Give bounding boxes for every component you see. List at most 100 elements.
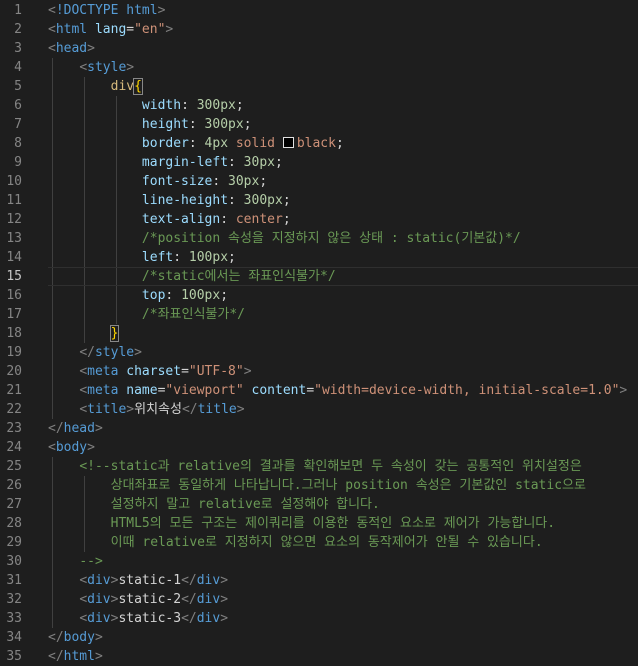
code-token: text-align [141, 212, 221, 227]
code-line[interactable]: 5 div{ [0, 77, 638, 96]
line-number: 3 [14, 41, 22, 56]
code-line[interactable]: 26 상대좌표로 동일하게 나타납니다.그러나 position 속성은 기본값… [0, 476, 638, 495]
line-number: 35 [6, 649, 22, 664]
code-line[interactable]: 3 <head> [0, 39, 638, 58]
code-line[interactable]: 25 <!--static과 relative의 결과를 확인해보면 두 속성이… [0, 457, 638, 476]
line-number: 20 [6, 364, 22, 379]
code-token: > [94, 421, 103, 436]
code-token: ; [228, 250, 236, 265]
code-line[interactable]: 20 <meta charset="UTF-8"> [0, 362, 638, 381]
code-text: border: 4px solid black; [48, 134, 344, 153]
code-line[interactable]: 17 /*좌표인식불가*/ [0, 305, 638, 324]
code-token: </ [79, 345, 95, 360]
line-number: 5 [14, 79, 22, 94]
code-line[interactable]: 2 <html lang="en"> [0, 20, 638, 39]
code-line[interactable]: 1 <!DOCTYPE html> [0, 1, 638, 20]
code-token: > [220, 573, 229, 588]
code-line[interactable]: 19 </style> [0, 343, 638, 362]
code-line[interactable]: 15 /*static에서는 좌표인식불가*/ [0, 267, 638, 286]
code-line[interactable]: 29 이때 relative로 지정하지 않으면 요소의 동작제어가 안될 수 … [0, 533, 638, 552]
code-token: meta [87, 364, 127, 379]
code-token: > [126, 402, 135, 417]
code-token: /*static에서는 좌표인식불가*/ [141, 269, 336, 284]
code-line[interactable]: 30 --> [0, 552, 638, 571]
line-number: 27 [6, 497, 22, 512]
line-number: 28 [6, 516, 22, 531]
code-line[interactable]: 22 <title>위치속성</title> [0, 400, 638, 419]
code-line[interactable]: 16 top: 100px; [0, 286, 638, 305]
code-token: HTML5의 모든 구조는 제이쿼리를 이용한 동적인 요소로 제어가 가능합니… [110, 516, 556, 531]
color-swatch[interactable] [282, 137, 294, 148]
code-token: 30px [243, 155, 275, 170]
line-number: 2 [14, 22, 22, 37]
code-line[interactable]: 31 <div>static-1</div> [0, 571, 638, 590]
code-text: 상대좌표로 동일하게 나타납니다.그러나 position 속성은 기본값인 s… [48, 476, 586, 495]
line-number: 9 [14, 155, 22, 170]
code-text: <div>static-3</div> [48, 609, 228, 628]
code-line[interactable]: 21 <meta name="viewport" content="width=… [0, 381, 638, 400]
line-number: 30 [6, 554, 22, 569]
code-line[interactable]: 6 width: 300px; [0, 96, 638, 115]
code-line[interactable]: 8 border: 4px solid black; [0, 134, 638, 153]
code-token: 100px [188, 250, 229, 265]
code-line[interactable]: 33 <div>static-3</div> [0, 609, 638, 628]
code-token: > [94, 630, 103, 645]
code-line[interactable]: 18 } [0, 324, 638, 343]
code-token: name [126, 383, 158, 398]
code-token: < [79, 402, 88, 417]
code-line[interactable]: 32 <div>static-2</div> [0, 590, 638, 609]
code-line[interactable]: 35 </html> [0, 647, 638, 666]
code-token: 300px [196, 98, 236, 113]
code-line[interactable]: 7 height: 300px; [0, 115, 638, 134]
code-token: ; [259, 174, 268, 189]
code-text: <html lang="en"> [48, 20, 173, 39]
code-token: 이때 relative로 지정하지 않으면 요소의 동작제어가 안될 수 있습니… [110, 535, 543, 550]
code-token: 100px [181, 288, 221, 303]
code-token: ; [243, 117, 252, 132]
code-line[interactable]: 27 설정하지 말고 relative로 설정해야 합니다. [0, 495, 638, 514]
line-number: 21 [6, 383, 22, 398]
code-line[interactable]: 9 margin-left: 30px; [0, 153, 638, 172]
code-token: = [306, 383, 315, 398]
line-number: 14 [6, 250, 22, 265]
code-line[interactable]: 24 <body> [0, 438, 638, 457]
code-line[interactable]: 34 </body> [0, 628, 638, 647]
code-token: --> [79, 554, 103, 569]
code-token: </ [181, 611, 197, 626]
code-line[interactable]: 4 <style> [0, 58, 638, 77]
code-line[interactable]: 28 HTML5의 모든 구조는 제이쿼리를 이용한 동적인 요소로 제어가 가… [0, 514, 638, 533]
code-line[interactable]: 14 left: 100px; [0, 248, 638, 267]
line-number: 16 [6, 288, 22, 303]
line-number: 24 [6, 440, 22, 455]
code-token: ; [282, 193, 291, 208]
code-token: 상대좌표로 동일하게 나타납니다.그러나 position 속성은 기본값인 s… [110, 478, 586, 493]
code-token: 30px [228, 174, 260, 189]
code-text: <body> [48, 438, 95, 457]
code-line[interactable]: 23 </head> [0, 419, 638, 438]
code-line[interactable]: 12 text-align: center; [0, 210, 638, 229]
code-token: head [55, 41, 88, 56]
code-token: : [228, 193, 244, 208]
code-token: > [87, 41, 95, 56]
code-text: /*static에서는 좌표인식불가*/ [48, 267, 336, 286]
code-text: div{ [48, 77, 143, 96]
line-number: 11 [6, 193, 22, 208]
code-text: <!DOCTYPE html> [48, 1, 165, 20]
code-token: static-1 [118, 573, 182, 588]
code-text: } [48, 324, 120, 343]
code-editor[interactable]: 1 <!DOCTYPE html> 2 <html lang="en"> 3 <head>… [0, 0, 638, 666]
code-line[interactable]: 10 font-size: 30px; [0, 172, 638, 191]
code-token: html [55, 22, 95, 37]
code-line[interactable]: 13 /*position 속성을 지정하지 않은 상태 : static(기본… [0, 229, 638, 248]
code-token: < [48, 3, 56, 18]
code-text: --> [48, 552, 103, 571]
code-token: title [197, 402, 237, 417]
line-number: 8 [14, 136, 22, 151]
code-line[interactable]: 11 line-height: 300px; [0, 191, 638, 210]
line-number: 6 [14, 98, 22, 113]
code-token: </ [181, 592, 197, 607]
